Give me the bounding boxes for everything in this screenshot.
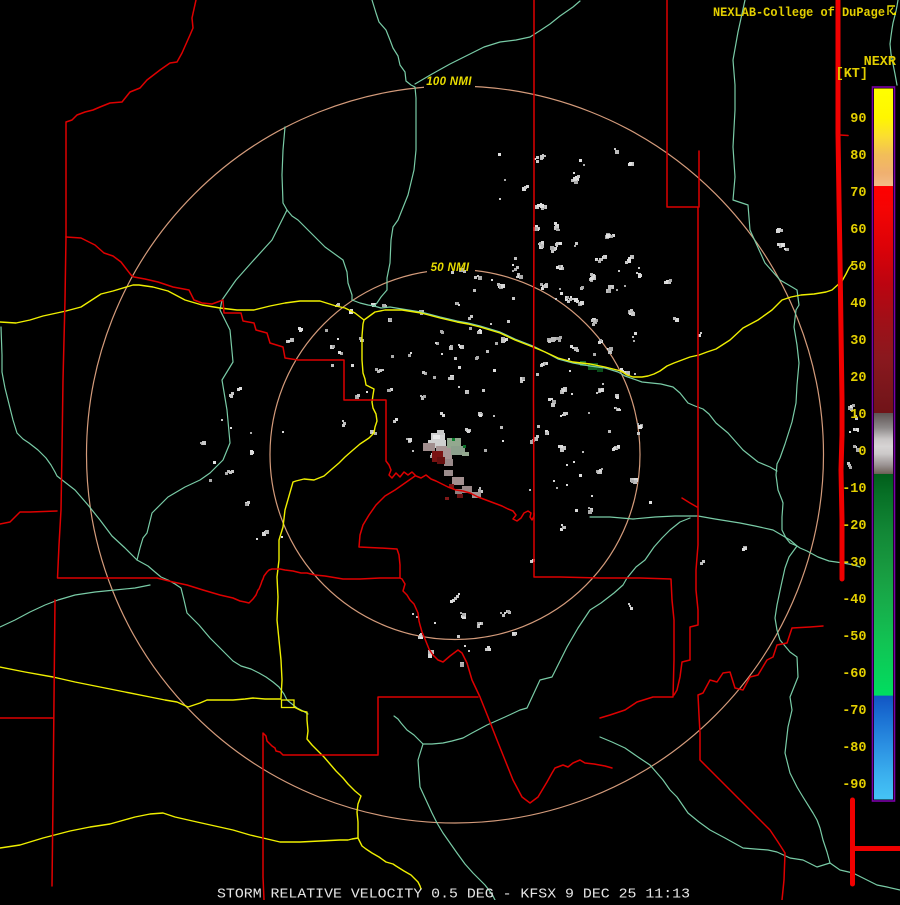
svg-text:-20: -20 bbox=[842, 519, 866, 534]
svg-text:-10: -10 bbox=[842, 482, 866, 497]
svg-text:-80: -80 bbox=[842, 741, 866, 756]
svg-text:60: 60 bbox=[850, 223, 866, 238]
svg-text:40: 40 bbox=[850, 297, 866, 312]
svg-text:70: 70 bbox=[850, 186, 866, 201]
svg-text:-60: -60 bbox=[842, 667, 866, 682]
svg-text:NEXLAB-College of DuPage: NEXLAB-College of DuPage bbox=[713, 5, 885, 20]
svg-text:-50: -50 bbox=[842, 630, 866, 645]
svg-text:10: 10 bbox=[850, 408, 866, 423]
svg-text:100 NMI: 100 NMI bbox=[426, 76, 472, 88]
svg-text:0: 0 bbox=[858, 445, 866, 460]
svg-text:-30: -30 bbox=[842, 556, 866, 571]
svg-text:NEXR: NEXR bbox=[864, 55, 897, 70]
svg-text:STORM RELATIVE VELOCITY 0.5 DE: STORM RELATIVE VELOCITY 0.5 DEG - KFSX 9… bbox=[217, 888, 690, 901]
svg-text:50: 50 bbox=[850, 260, 866, 275]
svg-text:90: 90 bbox=[850, 112, 866, 127]
svg-text:-70: -70 bbox=[842, 704, 866, 719]
svg-text:80: 80 bbox=[850, 149, 866, 164]
svg-text:30: 30 bbox=[850, 334, 866, 349]
svg-text:50 NMI: 50 NMI bbox=[431, 262, 470, 274]
svg-text:-90: -90 bbox=[842, 778, 866, 793]
svg-text:-40: -40 bbox=[842, 593, 866, 608]
svg-text:[KT]: [KT] bbox=[836, 67, 868, 82]
svg-text:20: 20 bbox=[850, 371, 866, 386]
